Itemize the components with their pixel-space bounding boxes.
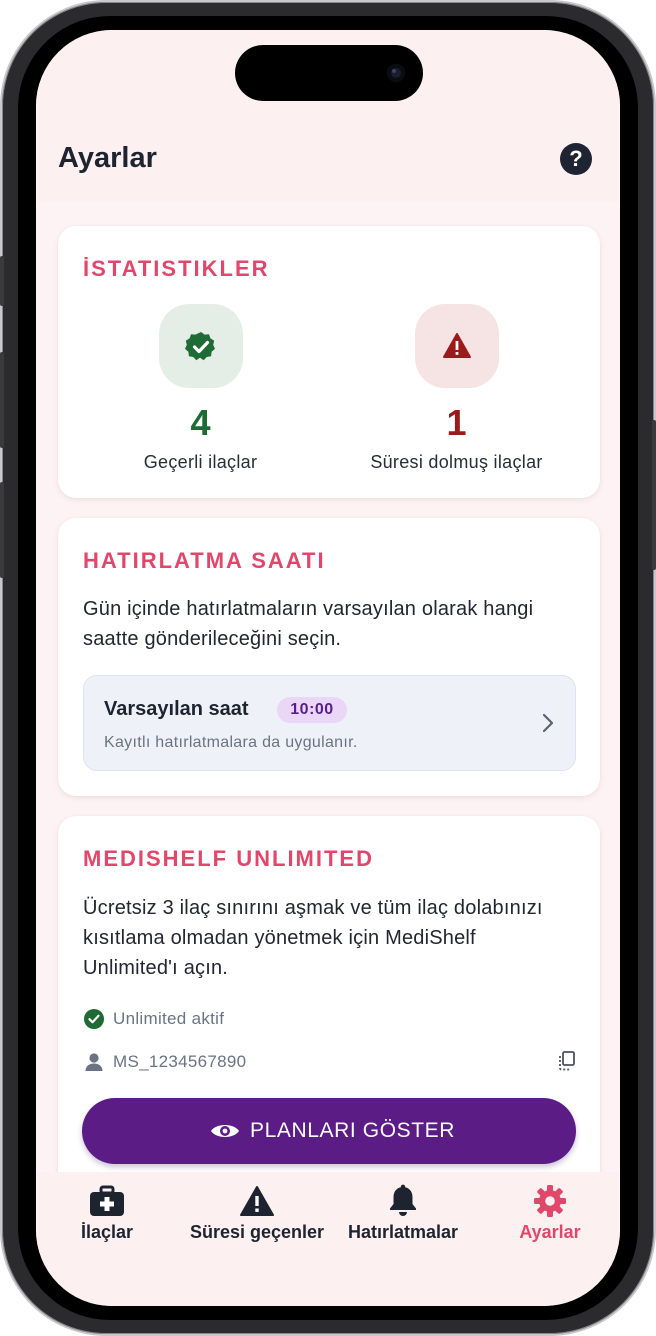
unlimited-status-text: Unlimited aktif: [113, 1009, 225, 1028]
help-button[interactable]: ?: [560, 143, 592, 175]
tab-reminders[interactable]: Hatırlatmalar: [340, 1172, 466, 1272]
dynamic-island: [235, 45, 423, 101]
reminder-description: Gün içinde hatırlatmaların varsayılan ol…: [83, 598, 534, 650]
expired-label: Süresi dolmuş ilaçlar: [370, 452, 543, 472]
tab-settings-label: Ayarlar: [519, 1222, 581, 1242]
valid-count: 4: [190, 402, 211, 443]
default-time-hint: Kayıtlı hatırlatmalara da uygulanır.: [104, 734, 358, 751]
user-id-text: MS_1234567890: [113, 1052, 247, 1071]
stat-valid: 4 Geçerli ilaçlar: [65, 226, 336, 498]
bottom-nav: İlaçlar Süresi geçenler Hatırlatmalar Ay…: [36, 1172, 620, 1306]
show-plans-label: PLANLARI GÖSTER: [250, 1119, 456, 1142]
app-screen: Ayarlar ? İSTATISTIKLER 4 Geçerli ilaçla…: [36, 30, 620, 1306]
warning-triangle-icon: [240, 1186, 274, 1216]
bell-icon: [390, 1184, 416, 1216]
page-title: Ayarlar: [58, 142, 157, 174]
stat-expired-icon-bg: [415, 304, 499, 388]
valid-label: Geçerli ilaçlar: [143, 452, 258, 472]
medical-kit-icon: [90, 1185, 124, 1216]
warning-triangle-icon: [443, 333, 471, 358]
volume-down-button: [0, 482, 4, 578]
camera-icon: [387, 64, 405, 82]
side-button: [0, 256, 4, 306]
power-button: [652, 420, 656, 570]
copy-icon[interactable]: [557, 1050, 577, 1072]
tab-medicines-label: İlaçlar: [80, 1222, 134, 1242]
stat-valid-icon-bg: [159, 304, 243, 388]
chevron-right-icon: [542, 713, 554, 733]
check-circle-icon: [84, 1009, 104, 1029]
statistics-card: İSTATISTIKLER 4 Geçerli ilaçlar 1 Süresi: [58, 226, 600, 498]
tab-expired-label: Süresi geçenler: [189, 1222, 325, 1242]
unlimited-title: MEDISHELF UNLIMITED: [83, 846, 374, 871]
default-time-label: Varsayılan saat: [104, 698, 249, 720]
expired-count: 1: [446, 402, 467, 443]
gear-icon: [534, 1185, 566, 1217]
stat-expired: 1 Süresi dolmuş ilaçlar: [321, 226, 592, 498]
show-plans-button[interactable]: PLANLARI GÖSTER: [82, 1098, 576, 1164]
unlimited-description: Ücretsiz 3 ilaç sınırını aşmak ve tüm il…: [83, 897, 543, 979]
tab-medicines[interactable]: İlaçlar: [52, 1172, 162, 1272]
tab-settings[interactable]: Ayarlar: [500, 1172, 600, 1272]
verified-badge-icon: [185, 332, 215, 361]
eye-icon: [211, 1125, 239, 1137]
reminder-title: HATIRLATMA SAATI: [83, 548, 326, 573]
person-icon: [85, 1053, 103, 1071]
question-mark-circle-icon: ?: [569, 146, 583, 171]
reminder-card: HATIRLATMA SAATI Gün içinde hatırlatmala…: [58, 518, 600, 796]
tab-expired[interactable]: Süresi geçenler: [182, 1172, 332, 1272]
volume-up-button: [0, 352, 4, 448]
default-time-row[interactable]: Varsayılan saat 10:00 Kayıtlı hatırlatma…: [83, 675, 576, 771]
default-time-badge: 10:00: [277, 697, 347, 723]
tab-reminders-label: Hatırlatmalar: [347, 1222, 459, 1242]
